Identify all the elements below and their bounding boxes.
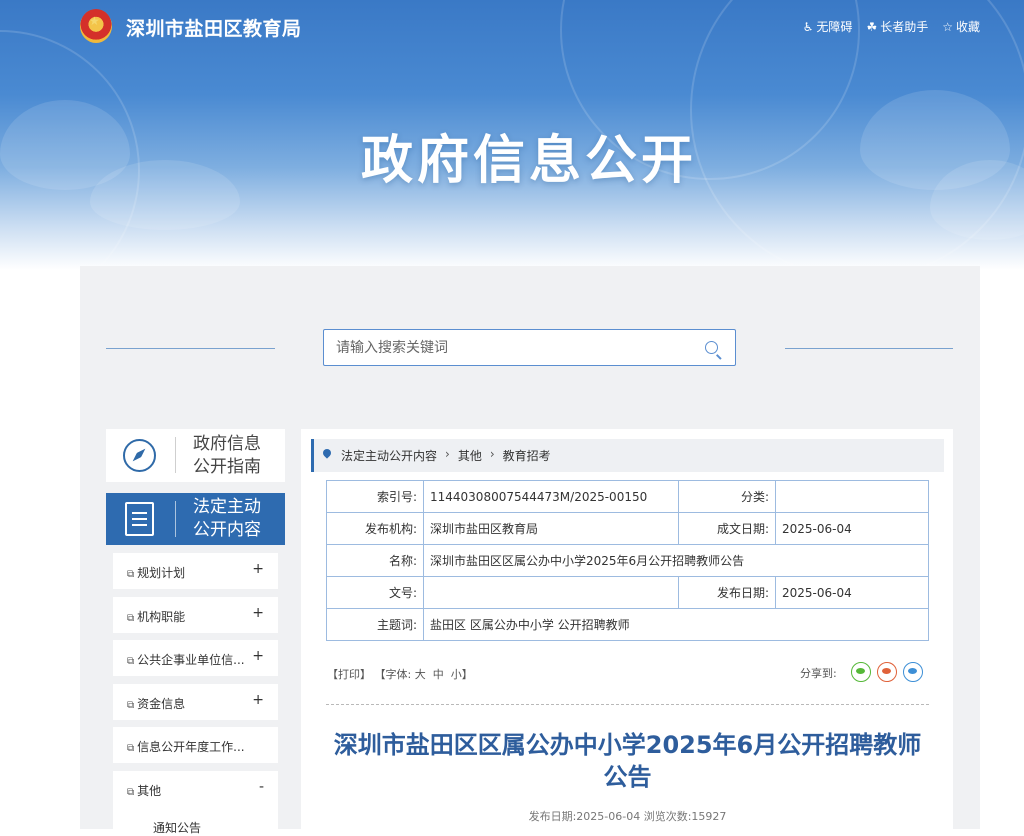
divider [106,348,275,349]
font-small-button[interactable]: 小 [451,668,462,681]
meta-key: 分类: [678,480,776,513]
guide-label: 政府信息 公开指南 [193,433,261,479]
meta-key: 索引号: [326,480,424,513]
emblem-logo[interactable] [80,9,112,43]
meta-value: 2025-06-04 [775,576,929,609]
font-size-suffix: 】 [461,668,473,681]
meta-value: 深圳市盐田区教育局 [423,512,679,545]
meta-key: 发布日期: [678,576,776,609]
table-row: 名称: 深圳市盐田区区属公办中小学2025年6月公开招聘教师公告 [326,544,929,577]
meta-value: 11440308007544473M/2025-00150 [423,480,679,513]
compass-icon [123,439,156,472]
banner: 深圳市盐田区教育局 ♿ 无障碍 ☘ 长者助手 ☆ 收藏 政府信息公开 [0,0,1024,270]
sidebar-item-functions[interactable]: 机构职能 + [113,597,278,633]
sidebar-item-label: 信息公开年度工作... [127,738,244,755]
divider [326,704,929,705]
accessibility-label: 无障碍 [816,20,853,34]
meta-value: 盐田区 区属公办中小学 公开招聘教师 [423,608,929,641]
document-icon [125,502,154,536]
breadcrumb-item[interactable]: 教育招考 [503,447,551,464]
chevron-right-icon: › [445,447,450,461]
collapse-toggle[interactable]: - [259,779,264,795]
table-row: 索引号: 11440308007544473M/2025-00150 分类: [326,480,929,513]
sidebar-item-plans[interactable]: 规划计划 + [113,553,278,589]
favorite-link[interactable]: ☆ 收藏 [942,18,980,35]
sidebar-active-section[interactable]: 法定主动 公开内容 [106,493,285,545]
sidebar-item-public-enterprises[interactable]: 公共企事业单位信... + [113,640,278,676]
sidebar-item-annual-report[interactable]: 信息公开年度工作... [113,727,278,763]
breadcrumb-item[interactable]: 其他 [458,447,482,464]
meta-value: 深圳市盐田区区属公办中小学2025年6月公开招聘教师公告 [423,544,929,577]
location-pin-icon [321,447,333,459]
accessibility-link[interactable]: ♿ 无障碍 [803,18,853,35]
share-label: 分享到: [800,667,837,680]
sidebar-item-label: 资金信息 [127,695,185,712]
meta-key: 成文日期: [678,512,776,545]
active-section-label: 法定主动 公开内容 [193,496,261,542]
table-row: 发布机构: 深圳市盐田区教育局 成文日期: 2025-06-04 [326,512,929,545]
top-links: ♿ 无障碍 ☘ 长者助手 ☆ 收藏 [803,18,980,35]
expand-toggle[interactable]: + [252,648,264,664]
article-title: 深圳市盐田区区属公办中小学2025年6月公开招聘教师公告 [333,731,922,791]
elderly-helper-label: 长者助手 [880,20,929,34]
expand-toggle[interactable]: + [252,605,264,621]
expand-toggle[interactable]: + [252,692,264,708]
share-icons [851,662,923,682]
sidebar-item-label: 公共企事业单位信... [127,651,244,668]
divider [785,348,953,349]
wechat-share-icon[interactable] [851,662,871,682]
accessibility-icon: ♿ [802,19,814,34]
weibo-share-icon[interactable] [877,662,897,682]
print-button[interactable]: 【打印】 [327,668,371,681]
article-pubinfo: 发布日期:2025-06-04 浏览次数:15927 [528,810,727,823]
search-icon[interactable] [705,341,718,354]
search-input[interactable] [324,330,684,365]
meta-key: 名称: [326,544,424,577]
breadcrumb-item[interactable]: 法定主动公开内容 [341,447,437,464]
meta-value [423,576,679,609]
sidebar-subitem-notices[interactable]: 通知公告 [153,819,201,836]
document-meta-table: 索引号: 11440308007544473M/2025-00150 分类: 发… [326,480,929,641]
guide-label-line2: 公开指南 [193,457,261,477]
star-icon: ☆ [942,19,953,34]
sidebar-item-label: 其他 [127,782,161,799]
guide-label-line1: 政府信息 [193,434,261,454]
table-row: 主题词: 盐田区 区属公办中小学 公开招聘教师 [326,608,929,641]
sidebar-item-label: 规划计划 [127,564,185,581]
article-tools: 【打印】 【字体: 大 中 小】 [327,666,473,682]
elderly-helper-icon: ☘ [866,19,878,34]
table-row: 文号: 发布日期: 2025-06-04 [326,576,929,609]
meta-value [775,480,929,513]
divider [175,501,176,537]
search-box [323,329,736,366]
breadcrumb: 法定主动公开内容 › 其他 › 教育招考 [311,439,944,472]
site-title[interactable]: 深圳市盐田区教育局 [126,14,302,41]
sidebar-item-funds[interactable]: 资金信息 + [113,684,278,720]
meta-key: 文号: [326,576,424,609]
meta-key: 发布机构: [326,512,424,545]
font-size-prefix: 【字体: [374,668,412,681]
font-medium-button[interactable]: 中 [433,668,444,681]
top-bar: 深圳市盐田区教育局 ♿ 无障碍 ☘ 长者助手 ☆ 收藏 [0,0,1024,56]
sidebar-guide[interactable]: 政府信息 公开指南 [106,429,285,482]
expand-toggle[interactable]: + [252,561,264,577]
active-label-line1: 法定主动 [193,497,261,517]
elderly-helper-link[interactable]: ☘ 长者助手 [866,18,928,35]
active-label-line2: 公开内容 [193,520,261,540]
page-title: 政府信息公开 [360,131,697,191]
chevron-right-icon: › [489,447,495,461]
divider [175,437,176,473]
meta-key: 主题词: [326,608,424,641]
meta-value: 2025-06-04 [775,512,929,545]
qq-share-icon[interactable] [903,662,923,682]
breadcrumb-items: 法定主动公开内容 › 其他 › 教育招考 [341,447,551,464]
sidebar-item-label: 机构职能 [127,608,185,625]
font-large-button[interactable]: 大 [415,668,426,681]
favorite-label: 收藏 [955,20,980,34]
